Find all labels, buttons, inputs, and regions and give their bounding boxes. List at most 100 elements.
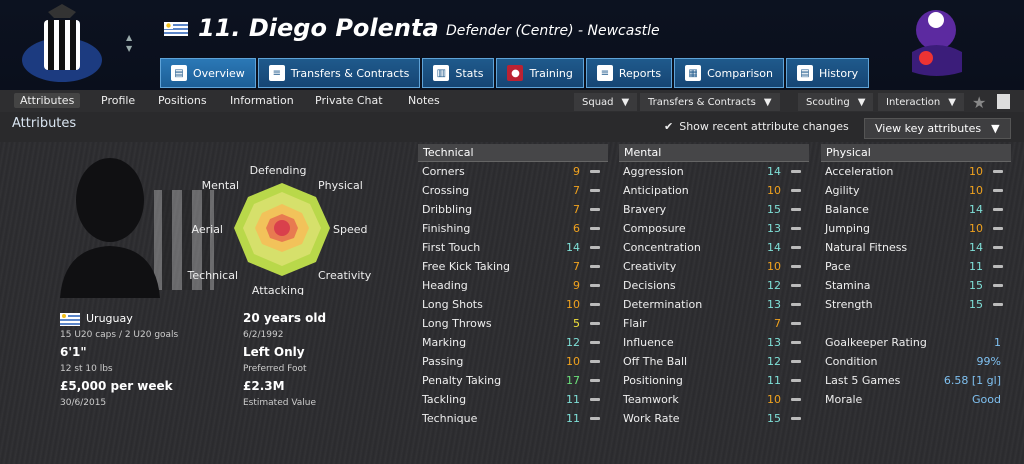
attribute-row[interactable]: Agility 10 [821, 181, 1011, 200]
attribute-name: Determination [623, 298, 703, 311]
dropdown-label: Transfers & Contracts [648, 96, 756, 108]
subnav-attributes[interactable]: Attributes [14, 93, 81, 108]
player-scroll-arrows[interactable]: ▲ ▼ [126, 32, 132, 54]
attribute-name: Technique [422, 412, 478, 425]
attribute-row[interactable]: Flair 7 [619, 314, 809, 333]
attribute-row[interactable]: Crossing 7 [418, 181, 608, 200]
attribute-name: Tackling [422, 393, 467, 406]
attribute-row[interactable]: Technique 11 [418, 409, 608, 428]
attribute-row[interactable]: Jumping 10 [821, 219, 1011, 238]
attribute-row[interactable]: Balance 14 [821, 200, 1011, 219]
attribute-name: Teamwork [623, 393, 679, 406]
show-changes-checkbox[interactable]: ✔ Show recent attribute changes [664, 120, 849, 133]
attribute-value: 11 [566, 412, 580, 425]
attribute-row[interactable]: Decisions 12 [619, 276, 809, 295]
squad-dropdown[interactable]: Squad ▼ [574, 93, 638, 111]
attribute-value: 10 [969, 222, 983, 235]
main-tab-bar: ▤ Overview ≡ Transfers & Contracts ▥ Sta… [160, 58, 871, 88]
subnav-information[interactable]: Information [224, 93, 300, 108]
scouting-dropdown[interactable]: Scouting ▼ [798, 93, 874, 111]
attribute-row[interactable]: Heading 9 [418, 276, 608, 295]
view-key-attributes-button[interactable]: View key attributes ▼ [864, 118, 1011, 139]
attribute-row[interactable]: Penalty Taking 17 [418, 371, 608, 390]
attribute-row[interactable]: Strength 15 [821, 295, 1011, 314]
tab-transfers-contracts[interactable]: ≡ Transfers & Contracts [257, 58, 421, 88]
subnav-private-chat[interactable]: Private Chat [309, 93, 389, 108]
height: 6'1" [60, 345, 87, 359]
attribute-row[interactable]: Aggression 14 [619, 162, 809, 181]
attribute-row[interactable]: Finishing 6 [418, 219, 608, 238]
attribute-row[interactable]: Positioning 11 [619, 371, 809, 390]
chevron-down-icon: ▼ [948, 96, 956, 108]
attribute-row[interactable]: Free Kick Taking 7 [418, 257, 608, 276]
no-change-icon [993, 208, 1003, 211]
attribute-value: 13 [767, 222, 781, 235]
no-change-icon [791, 360, 801, 363]
tab-stats[interactable]: ▥ Stats [422, 58, 495, 88]
attribute-row[interactable]: Marking 12 [418, 333, 608, 352]
attribute-name: Decisions [623, 279, 676, 292]
player-silhouette-avatar [60, 158, 160, 298]
tab-label: Training [529, 66, 573, 80]
attribute-value: 7 [573, 260, 580, 273]
attribute-value: 10 [566, 355, 580, 368]
attribute-name: Marking [422, 336, 467, 349]
attribute-value: 10 [767, 184, 781, 197]
subnav-positions[interactable]: Positions [152, 93, 213, 108]
status-value: 99% [976, 355, 1001, 368]
tab-training[interactable]: ● Training [496, 58, 584, 88]
premier-league-logo-icon [912, 10, 962, 76]
attribute-row[interactable]: Off The Ball 12 [619, 352, 809, 371]
no-change-icon [791, 322, 801, 325]
preferred-foot: Left Only [243, 345, 305, 359]
attribute-row[interactable]: Teamwork 10 [619, 390, 809, 409]
attribute-row[interactable]: Dribbling 7 [418, 200, 608, 219]
attribute-row[interactable]: Bravery 15 [619, 200, 809, 219]
tab-reports[interactable]: ≡ Reports [585, 58, 673, 88]
attribute-row[interactable]: First Touch 14 [418, 238, 608, 257]
newcastle-crest-icon [22, 4, 102, 82]
attribute-row[interactable]: Long Shots 10 [418, 295, 608, 314]
dropdown-label: Interaction [886, 96, 941, 108]
notepad-icon[interactable] [997, 94, 1010, 109]
attribute-row[interactable]: Acceleration 10 [821, 162, 1011, 181]
attribute-row[interactable]: Determination 13 [619, 295, 809, 314]
attribute-row[interactable]: Stamina 15 [821, 276, 1011, 295]
status-row: Goalkeeper Rating 1 [821, 333, 1011, 352]
no-change-icon [590, 360, 600, 363]
attribute-row[interactable]: Anticipation 10 [619, 181, 809, 200]
no-change-icon [590, 417, 600, 420]
wage: £5,000 per week [60, 379, 173, 393]
attribute-value: 11 [566, 393, 580, 406]
estimated-value-label: Estimated Value [243, 398, 317, 408]
attribute-row[interactable]: Passing 10 [418, 352, 608, 371]
international-caps: 15 U20 caps / 2 U20 goals [60, 330, 179, 340]
subnav-notes[interactable]: Notes [402, 93, 446, 108]
no-change-icon [590, 208, 600, 211]
transfers-contracts-dropdown[interactable]: Transfers & Contracts ▼ [640, 93, 780, 111]
radar-label-creativity: Creativity [318, 269, 372, 282]
attribute-name: Bravery [623, 203, 667, 216]
attribute-row[interactable]: Creativity 10 [619, 257, 809, 276]
attribute-row[interactable]: Long Throws 5 [418, 314, 608, 333]
attribute-name: Flair [623, 317, 647, 330]
attribute-row[interactable]: Influence 13 [619, 333, 809, 352]
attribute-value: 14 [969, 203, 983, 216]
attribute-row[interactable]: Corners 9 [418, 162, 608, 181]
attribute-value: 11 [767, 374, 781, 387]
tab-comparison[interactable]: ▦ Comparison [674, 58, 784, 88]
attribute-value: 12 [767, 279, 781, 292]
attribute-row[interactable]: Tackling 11 [418, 390, 608, 409]
attribute-value: 15 [969, 279, 983, 292]
star-icon[interactable]: ★ [972, 93, 986, 112]
attribute-row[interactable]: Composure 13 [619, 219, 809, 238]
attribute-row[interactable]: Concentration 14 [619, 238, 809, 257]
subnav-profile[interactable]: Profile [95, 93, 141, 108]
tab-overview[interactable]: ▤ Overview [160, 58, 256, 88]
attribute-row[interactable]: Pace 11 [821, 257, 1011, 276]
attribute-row[interactable]: Work Rate 15 [619, 409, 809, 428]
tab-history[interactable]: ▤ History [785, 58, 870, 88]
attribute-row[interactable]: Natural Fitness 14 [821, 238, 1011, 257]
interaction-dropdown[interactable]: Interaction ▼ [878, 93, 964, 111]
